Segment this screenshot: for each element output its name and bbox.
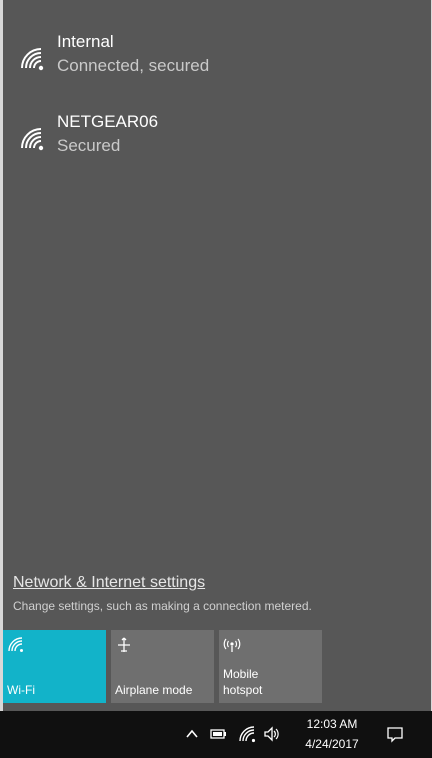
network-internet-settings-link[interactable]: Network & Internet settings xyxy=(13,574,205,592)
wifi-signal-icon xyxy=(21,48,44,71)
network-flyout: Internal Connected, secured NETGEAR06 Se… xyxy=(3,0,431,711)
tile-label-line2: hotspot xyxy=(223,683,263,697)
network-status: Connected, secured xyxy=(57,56,210,75)
clock-time: 12:03 AM xyxy=(306,717,358,731)
network-item-netgear06[interactable]: NETGEAR06 Secured xyxy=(3,112,431,176)
network-ssid: NETGEAR06 xyxy=(57,112,159,131)
airplane-mode-quick-action-tile[interactable]: Airplane mode xyxy=(111,630,214,703)
clock-date: 4/24/2017 xyxy=(305,737,359,751)
action-center-icon[interactable] xyxy=(386,725,404,743)
tile-label-line1: Mobile xyxy=(223,667,259,681)
clock[interactable]: 12:03 AM 4/24/2017 xyxy=(294,714,370,754)
wifi-quick-action-tile[interactable]: Wi-Fi xyxy=(3,630,106,703)
wifi-icon[interactable] xyxy=(238,725,256,743)
hotspot-icon xyxy=(223,638,241,652)
wifi-signal-icon xyxy=(21,128,44,151)
settings-description: Change settings, such as making a connec… xyxy=(13,599,312,613)
tile-label: Mobile hotspot xyxy=(223,666,262,698)
mobile-hotspot-quick-action-tile[interactable]: Mobile hotspot xyxy=(219,630,322,703)
chevron-up-icon[interactable] xyxy=(183,725,201,743)
taskbar: 12:03 AM 4/24/2017 xyxy=(0,711,432,758)
volume-icon[interactable] xyxy=(263,725,281,743)
airplane-icon xyxy=(118,637,130,652)
network-ssid: Internal xyxy=(57,32,114,51)
battery-icon[interactable] xyxy=(209,725,227,743)
network-status: Secured xyxy=(57,136,121,155)
tile-label: Airplane mode xyxy=(115,683,193,697)
network-item-internal[interactable]: Internal Connected, secured xyxy=(3,32,431,96)
tile-label: Wi-Fi xyxy=(7,683,35,697)
wifi-icon xyxy=(8,637,23,652)
